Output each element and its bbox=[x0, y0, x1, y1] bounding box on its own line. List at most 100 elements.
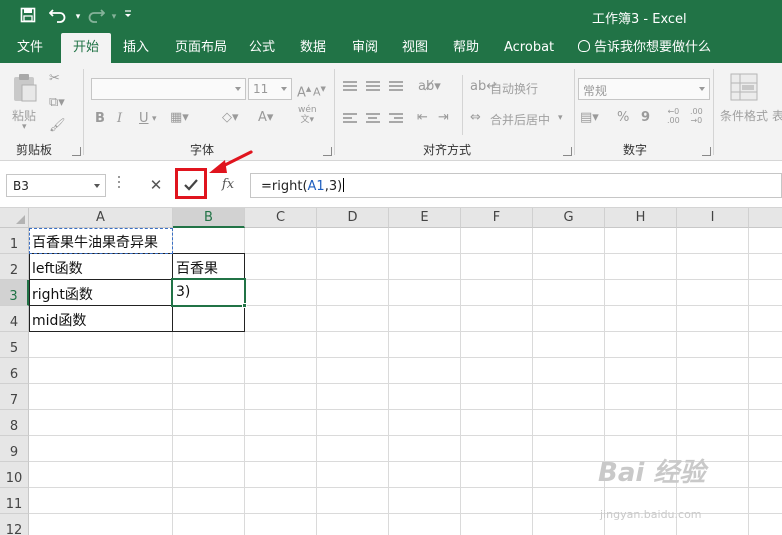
formula-prefix: =right( bbox=[261, 179, 308, 194]
row-header-10[interactable]: 10 bbox=[0, 462, 29, 488]
column-header-c[interactable]: C bbox=[245, 208, 317, 228]
percent-button[interactable]: % bbox=[617, 110, 629, 126]
chevron-down-icon bbox=[699, 87, 705, 91]
underline-dropdown-icon[interactable]: ▾ bbox=[152, 111, 157, 127]
tab-help[interactable]: 帮助 bbox=[453, 33, 479, 63]
tab-insert[interactable]: 插入 bbox=[123, 33, 149, 63]
align-bottom-icon[interactable] bbox=[389, 81, 403, 93]
row-header-4[interactable]: 4 bbox=[0, 306, 29, 332]
clipboard-launcher-icon[interactable] bbox=[72, 147, 81, 156]
copy-icon[interactable]: ⧉▾ bbox=[49, 95, 65, 111]
row-header-8[interactable]: 8 bbox=[0, 410, 29, 436]
tab-file[interactable]: 文件 bbox=[17, 33, 43, 63]
phonetic-icon[interactable]: wén 文▾ bbox=[298, 105, 317, 125]
number-launcher-icon[interactable] bbox=[702, 147, 711, 156]
formula-ref: A1 bbox=[307, 179, 325, 194]
ribbon-home: 粘贴 ▾ ✂ ⧉▾ 🖌 剪贴板 11 A▲ A▼ B I U ▾ ▦▾ ◇▾ A… bbox=[0, 63, 782, 161]
font-color-icon[interactable]: A▾ bbox=[258, 110, 273, 126]
tab-view[interactable]: 视图 bbox=[402, 33, 428, 63]
column-header-h[interactable]: H bbox=[605, 208, 677, 228]
column-header-g[interactable]: G bbox=[533, 208, 605, 228]
select-all-button[interactable] bbox=[0, 208, 29, 228]
row-header-1[interactable]: 1 bbox=[0, 228, 29, 254]
redo-icon[interactable] bbox=[86, 7, 106, 27]
row-header-6[interactable]: 6 bbox=[0, 358, 29, 384]
cell-a1[interactable]: 百香果牛油果奇异果 bbox=[29, 232, 158, 252]
conditional-format-label: 条件格式 bbox=[720, 109, 769, 123]
format-painter-icon[interactable]: 🖌 bbox=[49, 118, 66, 134]
paste-button[interactable]: 粘贴 ▾ bbox=[8, 71, 42, 132]
tab-page-layout[interactable]: 页面布局 bbox=[175, 33, 227, 63]
formula-bar-grip[interactable] bbox=[118, 176, 121, 192]
column-header-b[interactable]: B bbox=[173, 208, 245, 228]
decrease-indent-icon[interactable]: ⇤ bbox=[417, 110, 428, 126]
comma-button[interactable]: 9 bbox=[641, 110, 650, 126]
increase-indent-icon[interactable]: ⇥ bbox=[438, 110, 449, 126]
alignment-launcher-icon[interactable] bbox=[563, 147, 572, 156]
decrease-font-icon[interactable]: A▼ bbox=[313, 81, 326, 101]
increase-font-icon[interactable]: A▲ bbox=[297, 81, 311, 101]
align-left-icon[interactable] bbox=[343, 113, 357, 125]
table-format-label[interactable]: 表 bbox=[772, 107, 782, 124]
column-header-d[interactable]: D bbox=[317, 208, 389, 228]
bold-button[interactable]: B bbox=[95, 111, 105, 127]
cell-a3[interactable]: right函数 bbox=[29, 284, 93, 304]
align-middle-icon[interactable] bbox=[366, 81, 380, 93]
formula-bar: B3 ✕ fx =right(A1,3) bbox=[0, 162, 782, 208]
align-top-icon[interactable] bbox=[343, 81, 357, 93]
font-size-combo[interactable]: 11 bbox=[248, 78, 292, 100]
fill-handle[interactable] bbox=[242, 303, 247, 308]
align-center-icon[interactable] bbox=[366, 113, 380, 125]
borders-icon[interactable]: ▦▾ bbox=[170, 110, 189, 126]
formula-input[interactable]: =right(A1,3) bbox=[250, 173, 782, 198]
tab-acrobat[interactable]: Acrobat bbox=[504, 33, 554, 63]
italic-button[interactable]: I bbox=[117, 111, 122, 127]
row-header-12[interactable]: 12 bbox=[0, 514, 29, 535]
column-header-e[interactable]: E bbox=[389, 208, 461, 228]
orientation-icon[interactable]: ab̸▾ bbox=[418, 79, 441, 95]
increase-decimal-icon[interactable]: ←0.00 bbox=[667, 107, 680, 125]
save-icon[interactable] bbox=[18, 7, 38, 27]
cell-b2[interactable]: 百香果 bbox=[173, 258, 218, 278]
tell-me-search[interactable]: 告诉我你想要做什么 bbox=[578, 33, 711, 63]
font-launcher-icon[interactable] bbox=[323, 147, 332, 156]
number-format-value: 常规 bbox=[583, 84, 608, 98]
column-header-partial[interactable] bbox=[749, 208, 782, 228]
column-header-f[interactable]: F bbox=[461, 208, 533, 228]
confirm-entry-button[interactable] bbox=[177, 174, 205, 196]
number-format-combo[interactable]: 常规 bbox=[578, 78, 710, 100]
merge-center-button[interactable]: ⇔ 合并后居中 ▾ bbox=[470, 110, 570, 128]
currency-icon[interactable]: ▤▾ bbox=[580, 110, 599, 126]
cancel-entry-button[interactable]: ✕ bbox=[142, 174, 170, 196]
underline-button[interactable]: U bbox=[139, 111, 149, 127]
cell-a4[interactable]: mid函数 bbox=[29, 310, 86, 330]
undo-dropdown-icon[interactable]: ▾ bbox=[68, 7, 88, 27]
row-header-9[interactable]: 9 bbox=[0, 436, 29, 462]
column-header-i[interactable]: I bbox=[677, 208, 749, 228]
tab-home[interactable]: 开始 bbox=[61, 33, 112, 63]
font-name-combo[interactable] bbox=[91, 78, 246, 100]
wrap-text-button[interactable]: ab↵ 自动换行 bbox=[470, 79, 570, 97]
conditional-format-button[interactable]: 条件格式 bbox=[718, 71, 770, 133]
decrease-decimal-icon[interactable]: .00 →0 bbox=[690, 107, 703, 125]
column-header-a[interactable]: A bbox=[29, 208, 173, 228]
name-box[interactable]: B3 bbox=[6, 174, 106, 197]
tab-review[interactable]: 审阅 bbox=[352, 33, 378, 63]
row-header-3[interactable]: 3 bbox=[0, 280, 29, 306]
align-right-icon[interactable] bbox=[389, 113, 403, 125]
row-header-11[interactable]: 11 bbox=[0, 488, 29, 514]
customize-toolbar-icon[interactable] bbox=[118, 7, 138, 27]
cell-b3[interactable]: 3) bbox=[173, 284, 190, 300]
row-header-2[interactable]: 2 bbox=[0, 254, 29, 280]
row-header-7[interactable]: 7 bbox=[0, 384, 29, 410]
fill-color-icon[interactable]: ◇▾ bbox=[222, 110, 239, 126]
cell-a2[interactable]: left函数 bbox=[29, 258, 83, 278]
tab-data[interactable]: 数据 bbox=[300, 33, 326, 63]
tab-formulas[interactable]: 公式 bbox=[249, 33, 275, 63]
row-header-5[interactable]: 5 bbox=[0, 332, 29, 358]
undo-icon[interactable] bbox=[48, 7, 68, 27]
annotation-arrow-icon bbox=[209, 150, 253, 173]
cut-icon[interactable]: ✂ bbox=[49, 71, 60, 87]
watermark-logo: Bai 经验 bbox=[598, 458, 706, 488]
paste-dropdown-icon: ▾ bbox=[22, 122, 27, 132]
